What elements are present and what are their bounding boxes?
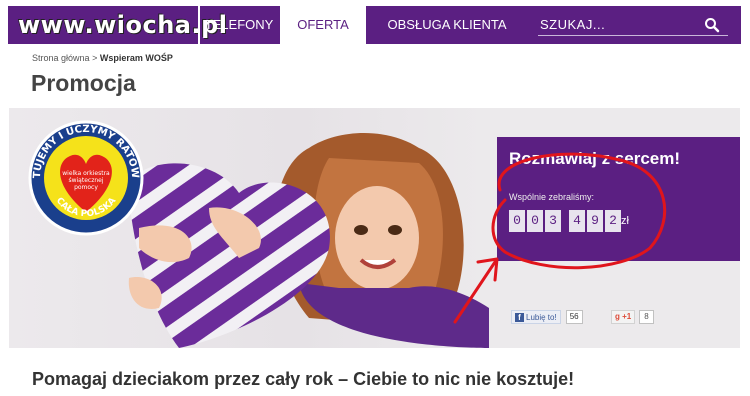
facebook-like-label: Lubię to! xyxy=(526,312,557,322)
wosp-badge-logo: RATUJEMY I UCZYMY RATOWAĆ CAŁA POLSKA wi… xyxy=(26,118,144,236)
counter-digit: 0 xyxy=(527,210,543,232)
logo[interactable]: www.wiocha.pl xyxy=(8,6,227,44)
breadcrumb: Strona główna > Wspieram WOŚP xyxy=(32,53,173,63)
tab-obsluga-klienta[interactable]: OBSŁUGA KLIENTA xyxy=(368,6,526,44)
badge-heart-line-1: wielka orkiestra xyxy=(62,170,110,177)
watermark-logo-text: www.wiocha.pl xyxy=(18,11,228,39)
search-underline xyxy=(538,35,728,36)
donation-counter: 0 0 3 4 9 2 xyxy=(509,210,621,232)
breadcrumb-separator: > xyxy=(92,53,98,63)
counter-digit: 9 xyxy=(587,210,603,232)
breadcrumb-current: Wspieram WOŚP xyxy=(99,53,173,63)
search-input[interactable]: SZUKAJ... xyxy=(540,17,605,32)
facebook-like-button[interactable]: f Lubię to! xyxy=(511,310,561,324)
facebook-like-count: 56 xyxy=(565,310,583,324)
google-plus-button[interactable]: g +1 xyxy=(611,310,636,324)
badge-heart-line-2: świątecznej xyxy=(68,177,103,184)
google-plus-icon: g xyxy=(615,312,620,321)
promo-subtitle: Wspólnie zebraliśmy: xyxy=(509,192,595,202)
counter-digit: 3 xyxy=(545,210,561,232)
google-plus-label: +1 xyxy=(622,312,632,321)
promo-title: Rozmawiaj z sercem! xyxy=(509,149,681,168)
search-icon[interactable] xyxy=(704,17,720,33)
tab-oferta[interactable]: OFERTA xyxy=(280,6,366,44)
facebook-icon: f xyxy=(515,312,524,322)
donation-counter-box: Rozmawiaj z sercem! Wspólnie zebraliśmy:… xyxy=(497,137,740,261)
facebook-like-widget: f Lubię to! 56 xyxy=(511,310,583,324)
section-heading: Pomagaj dzieciakom przez cały rok – Cieb… xyxy=(32,369,575,389)
tab-telefony[interactable]: TELEFONY xyxy=(200,6,278,44)
counter-digit: 4 xyxy=(569,210,585,232)
badge-heart-line-3: pomocy xyxy=(74,184,98,191)
google-plus-count: 8 xyxy=(639,310,654,324)
breadcrumb-home-link[interactable]: Strona główna xyxy=(32,53,90,63)
currency-label: zł xyxy=(621,215,629,227)
google-plus-widget: g +1 8 xyxy=(611,310,654,324)
top-navigation: www.wiocha.pl TELEFONY OFERTA OBSŁUGA KL… xyxy=(8,6,741,44)
page-title: Promocja xyxy=(31,70,136,96)
counter-digit: 2 xyxy=(605,210,621,232)
promo-banner: RATUJEMY I UCZYMY RATOWAĆ CAŁA POLSKA wi… xyxy=(9,108,740,348)
counter-digit: 0 xyxy=(509,210,525,232)
